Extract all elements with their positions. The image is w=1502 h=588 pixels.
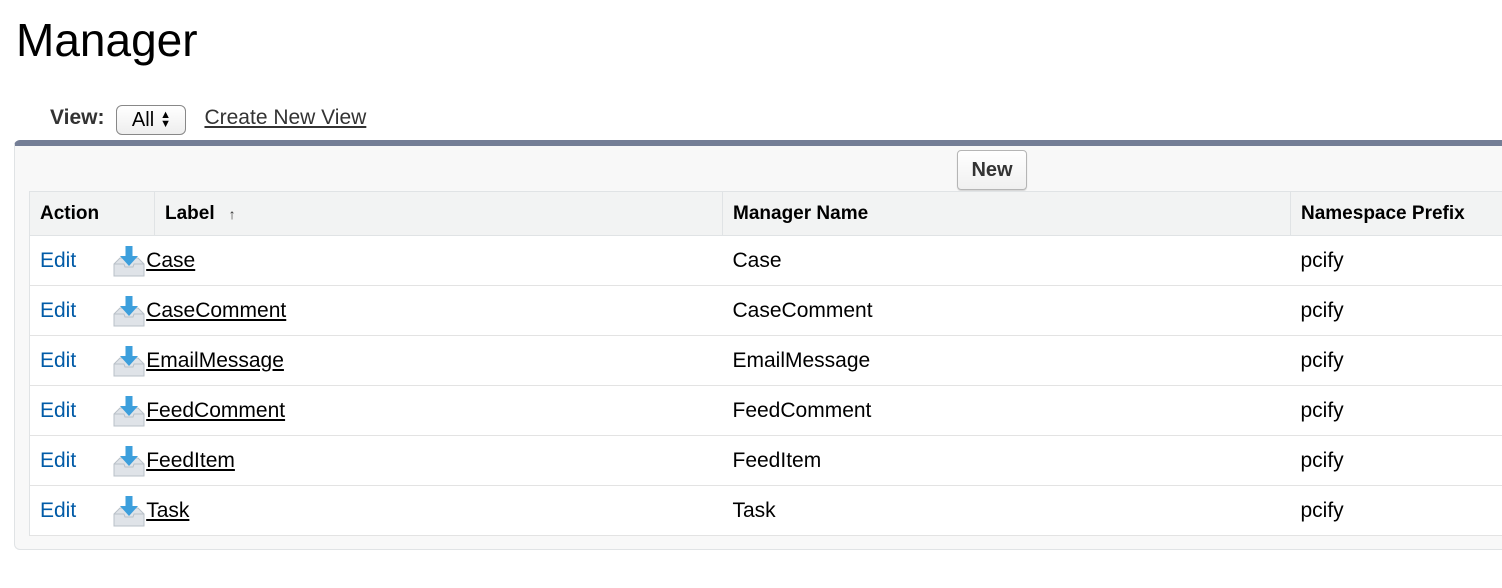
sort-ascending-icon: ↑ [228, 205, 236, 222]
namespace-prefix-cell: pcify [1290, 385, 1502, 436]
namespace-prefix-cell: pcify [1290, 235, 1502, 286]
edit-link[interactable]: Edit [40, 399, 76, 423]
record-label-link[interactable]: CaseComment [146, 299, 286, 323]
action-label-cell: Edit Task [29, 485, 723, 536]
view-label: View: [50, 106, 105, 129]
table-row: Edit Task Task pcify [29, 485, 1502, 536]
manager-name-cell: CaseComment [722, 285, 1291, 336]
data-table: Action Label ↑ Manager Name Namespace Pre… [29, 191, 1502, 536]
column-header-namespace-prefix[interactable]: Namespace Prefix [1290, 191, 1502, 236]
table-row: Edit FeedComment FeedComment pcify [29, 385, 1502, 436]
namespace-prefix-cell: pcify [1290, 285, 1502, 336]
edit-link[interactable]: Edit [40, 349, 76, 373]
table-row: Edit FeedItem FeedItem pcify [29, 435, 1502, 486]
namespace-prefix-cell: pcify [1290, 435, 1502, 486]
view-bar: View: All ▲ ▼ Create New View [50, 100, 366, 136]
action-label-cell: Edit FeedItem [29, 435, 723, 486]
record-label-link[interactable]: EmailMessage [146, 349, 284, 373]
select-arrows-icon: ▲ ▼ [160, 109, 172, 130]
table-row: Edit EmailMessage EmailMessage pcify [29, 335, 1502, 386]
edit-link[interactable]: Edit [40, 299, 76, 323]
page-title: Manager [16, 14, 198, 66]
manager-name-cell: Task [722, 485, 1291, 536]
action-label-cell: Edit FeedComment [29, 385, 723, 436]
list-panel: New Action Label ↑ Manager Name Namespace… [14, 140, 1502, 550]
action-label-cell: Edit EmailMessage [29, 335, 723, 386]
edit-link[interactable]: Edit [40, 449, 76, 473]
download-tray-icon [112, 394, 146, 428]
view-select-value: All [131, 108, 155, 131]
action-label-cell: Edit Case [29, 235, 723, 286]
view-select[interactable]: All ▲ ▼ [116, 105, 187, 135]
new-button[interactable]: New [957, 150, 1027, 190]
record-label-link[interactable]: Task [146, 499, 189, 523]
column-header-action: Action [29, 191, 155, 236]
manager-name-cell: FeedItem [722, 435, 1291, 486]
download-tray-icon [112, 294, 146, 328]
create-new-view-link[interactable]: Create New View [204, 106, 366, 130]
manager-name-cell: FeedComment [722, 385, 1291, 436]
download-tray-icon [112, 344, 146, 378]
manager-name-cell: Case [722, 235, 1291, 286]
edit-link[interactable]: Edit [40, 249, 76, 273]
namespace-prefix-cell: pcify [1290, 485, 1502, 536]
action-label-cell: Edit CaseComment [29, 285, 723, 336]
manager-name-cell: EmailMessage [722, 335, 1291, 386]
table-row: Edit Case Case pcify [29, 235, 1502, 286]
download-tray-icon [112, 244, 146, 278]
download-tray-icon [112, 444, 146, 478]
download-tray-icon [112, 494, 146, 528]
table-row: Edit CaseComment CaseComment pcify [29, 285, 1502, 336]
table-body: Edit Case Case pcify Edit CaseComment Ca… [29, 235, 1502, 536]
record-label-link[interactable]: FeedComment [146, 399, 285, 423]
column-header-manager-name[interactable]: Manager Name [722, 191, 1291, 236]
edit-link[interactable]: Edit [40, 499, 76, 523]
record-label-link[interactable]: Case [146, 249, 195, 273]
record-label-link[interactable]: FeedItem [146, 449, 235, 473]
column-header-label[interactable]: Label ↑ [154, 191, 723, 236]
namespace-prefix-cell: pcify [1290, 335, 1502, 386]
table-header-row: Action Label ↑ Manager Name Namespace Pre… [29, 191, 1502, 236]
